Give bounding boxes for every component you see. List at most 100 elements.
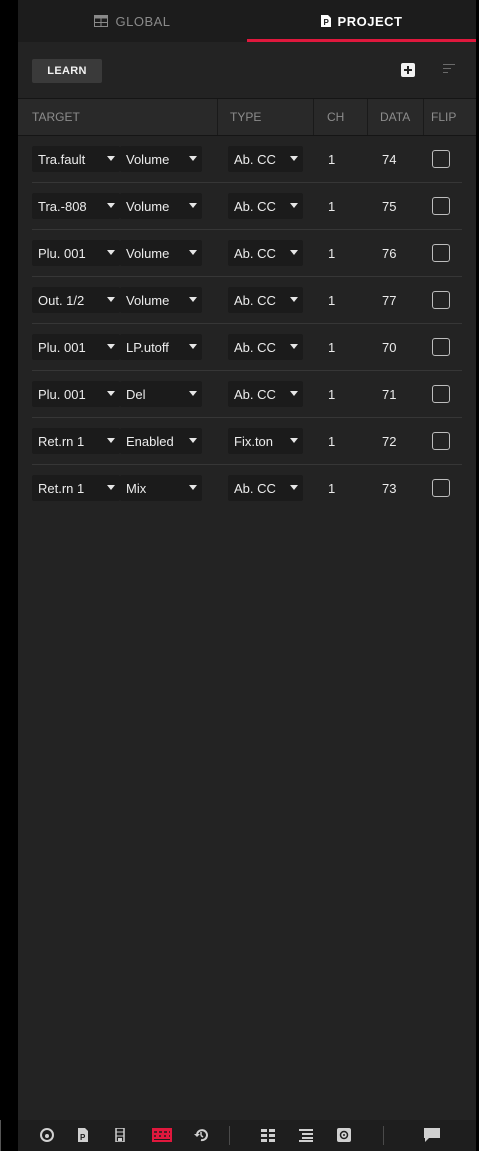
history-icon[interactable] [194, 1128, 208, 1142]
target-dropdown[interactable]: Plu. 001 [32, 334, 120, 360]
plugin-icon[interactable] [337, 1128, 351, 1142]
data-value[interactable]: 77 [382, 287, 396, 313]
sort-icon[interactable] [443, 64, 455, 75]
target-dropdown[interactable]: Ret.rn 1 [32, 428, 120, 454]
parameter-dropdown[interactable]: Volume [120, 287, 202, 313]
column-divider[interactable] [367, 99, 368, 135]
type-dropdown[interactable]: Ab. CC [228, 146, 303, 172]
target-dropdown[interactable]: Tra.fault [32, 146, 120, 172]
dropdown-arrow-icon [107, 297, 115, 302]
channel-value[interactable]: 1 [328, 193, 335, 219]
flip-checkbox[interactable] [432, 197, 450, 215]
parameter-dropdown[interactable]: Enabled [120, 428, 202, 454]
parameter-value: Mix [126, 480, 147, 496]
parameter-dropdown[interactable]: Mix [120, 475, 202, 501]
target-value: Out. 1/2 [38, 292, 85, 308]
svg-text:P: P [80, 1133, 86, 1142]
channel-value[interactable]: 1 [328, 287, 335, 313]
type-value: Ab. CC [234, 245, 276, 261]
type-dropdown[interactable]: Ab. CC [228, 475, 303, 501]
type-value: Ab. CC [234, 339, 276, 355]
table-row: Plu. 001 Volume Ab. CC 1 76 [18, 230, 476, 277]
type-dropdown[interactable]: Ab. CC [228, 193, 303, 219]
toolbar-divider [229, 1126, 230, 1145]
grid-table-icon [94, 15, 109, 27]
mixer-strip-icon[interactable] [113, 1128, 127, 1142]
parameter-value: Enabled [126, 433, 174, 449]
flip-checkbox[interactable] [432, 385, 450, 403]
channel-value[interactable]: 1 [328, 428, 335, 454]
table-row: Plu. 001 Del Ab. CC 1 71 [18, 371, 476, 418]
flip-checkbox[interactable] [432, 338, 450, 356]
grid-view-icon[interactable] [261, 1128, 275, 1142]
parameter-dropdown[interactable]: Volume [120, 146, 202, 172]
dropdown-arrow-icon [189, 297, 197, 302]
data-value[interactable]: 75 [382, 193, 396, 219]
target-dropdown[interactable]: Out. 1/2 [32, 287, 120, 313]
dropdown-arrow-icon [189, 250, 197, 255]
channel-value[interactable]: 1 [328, 146, 335, 172]
column-target[interactable]: TARGET [32, 99, 80, 135]
target-dropdown[interactable]: Ret.rn 1 [32, 475, 120, 501]
column-divider[interactable] [217, 99, 218, 135]
type-dropdown[interactable]: Ab. CC [228, 334, 303, 360]
table-row: Plu. 001 LP.utoff Ab. CC 1 70 [18, 324, 476, 371]
column-ch[interactable]: CH [327, 99, 344, 135]
type-value: Ab. CC [234, 151, 276, 167]
tab-global[interactable]: GLOBAL [18, 0, 247, 42]
data-value[interactable]: 70 [382, 334, 396, 360]
type-value: Ab. CC [234, 292, 276, 308]
column-divider[interactable] [423, 99, 424, 135]
flip-checkbox[interactable] [432, 291, 450, 309]
dropdown-arrow-icon [290, 438, 298, 443]
tab-global-label: GLOBAL [115, 13, 171, 29]
parameter-dropdown[interactable]: Del [120, 381, 202, 407]
parameter-value: Volume [126, 292, 170, 308]
dropdown-arrow-icon [189, 485, 197, 490]
type-dropdown[interactable]: Ab. CC [228, 381, 303, 407]
project-icon[interactable]: P [76, 1128, 90, 1142]
type-value: Ab. CC [234, 480, 276, 496]
column-type[interactable]: TYPE [230, 99, 261, 135]
bottom-toolbar: P [18, 1120, 476, 1151]
channel-value[interactable]: 1 [328, 334, 335, 360]
parameter-dropdown[interactable]: LP.utoff [120, 334, 202, 360]
column-flip[interactable]: FLIP [431, 99, 456, 135]
dropdown-arrow-icon [107, 391, 115, 396]
data-value[interactable]: 76 [382, 240, 396, 266]
column-divider[interactable] [313, 99, 314, 135]
midi-learn-icon[interactable] [152, 1128, 172, 1142]
type-dropdown[interactable]: Ab. CC [228, 240, 303, 266]
target-dropdown[interactable]: Tra.-808 [32, 193, 120, 219]
data-value[interactable]: 74 [382, 146, 396, 172]
flip-checkbox[interactable] [432, 479, 450, 497]
learn-button[interactable]: LEARN [32, 59, 102, 83]
browser-icon[interactable] [40, 1128, 54, 1142]
flip-checkbox[interactable] [432, 150, 450, 168]
flip-checkbox[interactable] [432, 432, 450, 450]
data-value[interactable]: 73 [382, 475, 396, 501]
chat-icon[interactable] [424, 1128, 440, 1142]
list-view-icon[interactable] [299, 1128, 313, 1142]
parameter-dropdown[interactable]: Volume [120, 240, 202, 266]
data-value[interactable]: 71 [382, 381, 396, 407]
column-data[interactable]: DATA [380, 99, 410, 135]
data-value[interactable]: 72 [382, 428, 396, 454]
target-dropdown[interactable]: Plu. 001 [32, 240, 120, 266]
dropdown-arrow-icon [290, 344, 298, 349]
project-file-icon: P [320, 15, 331, 27]
type-value: Ab. CC [234, 386, 276, 402]
parameter-dropdown[interactable]: Volume [120, 193, 202, 219]
type-dropdown[interactable]: Ab. CC [228, 287, 303, 313]
flip-checkbox[interactable] [432, 244, 450, 262]
target-value: Plu. 001 [38, 339, 86, 355]
type-dropdown[interactable]: Fix.ton [228, 428, 303, 454]
add-icon[interactable] [401, 63, 415, 77]
channel-value[interactable]: 1 [328, 240, 335, 266]
dropdown-arrow-icon [290, 297, 298, 302]
target-dropdown[interactable]: Plu. 001 [32, 381, 120, 407]
dropdown-arrow-icon [290, 485, 298, 490]
tab-project[interactable]: P PROJECT [247, 0, 476, 42]
channel-value[interactable]: 1 [328, 381, 335, 407]
channel-value[interactable]: 1 [328, 475, 335, 501]
